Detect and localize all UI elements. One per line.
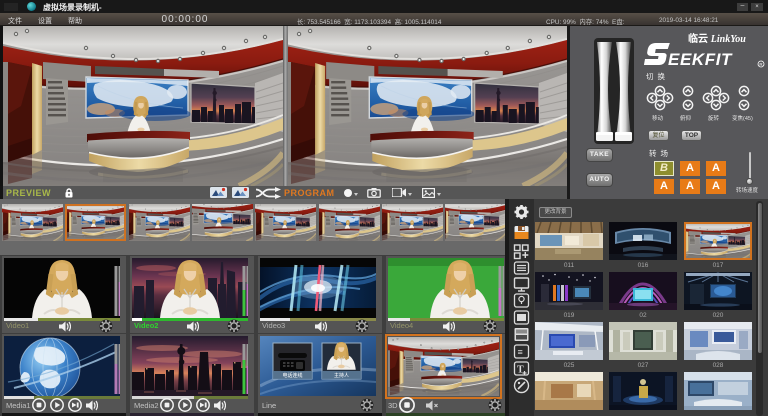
svg-text:EEKFIT: EEKFIT	[668, 50, 733, 68]
svg-text:电话连线: 电话连线	[282, 372, 302, 379]
svg-text:主持人: 主持人	[334, 372, 349, 379]
svg-text:≡: ≡	[518, 347, 523, 357]
svg-text:T: T	[517, 365, 524, 376]
